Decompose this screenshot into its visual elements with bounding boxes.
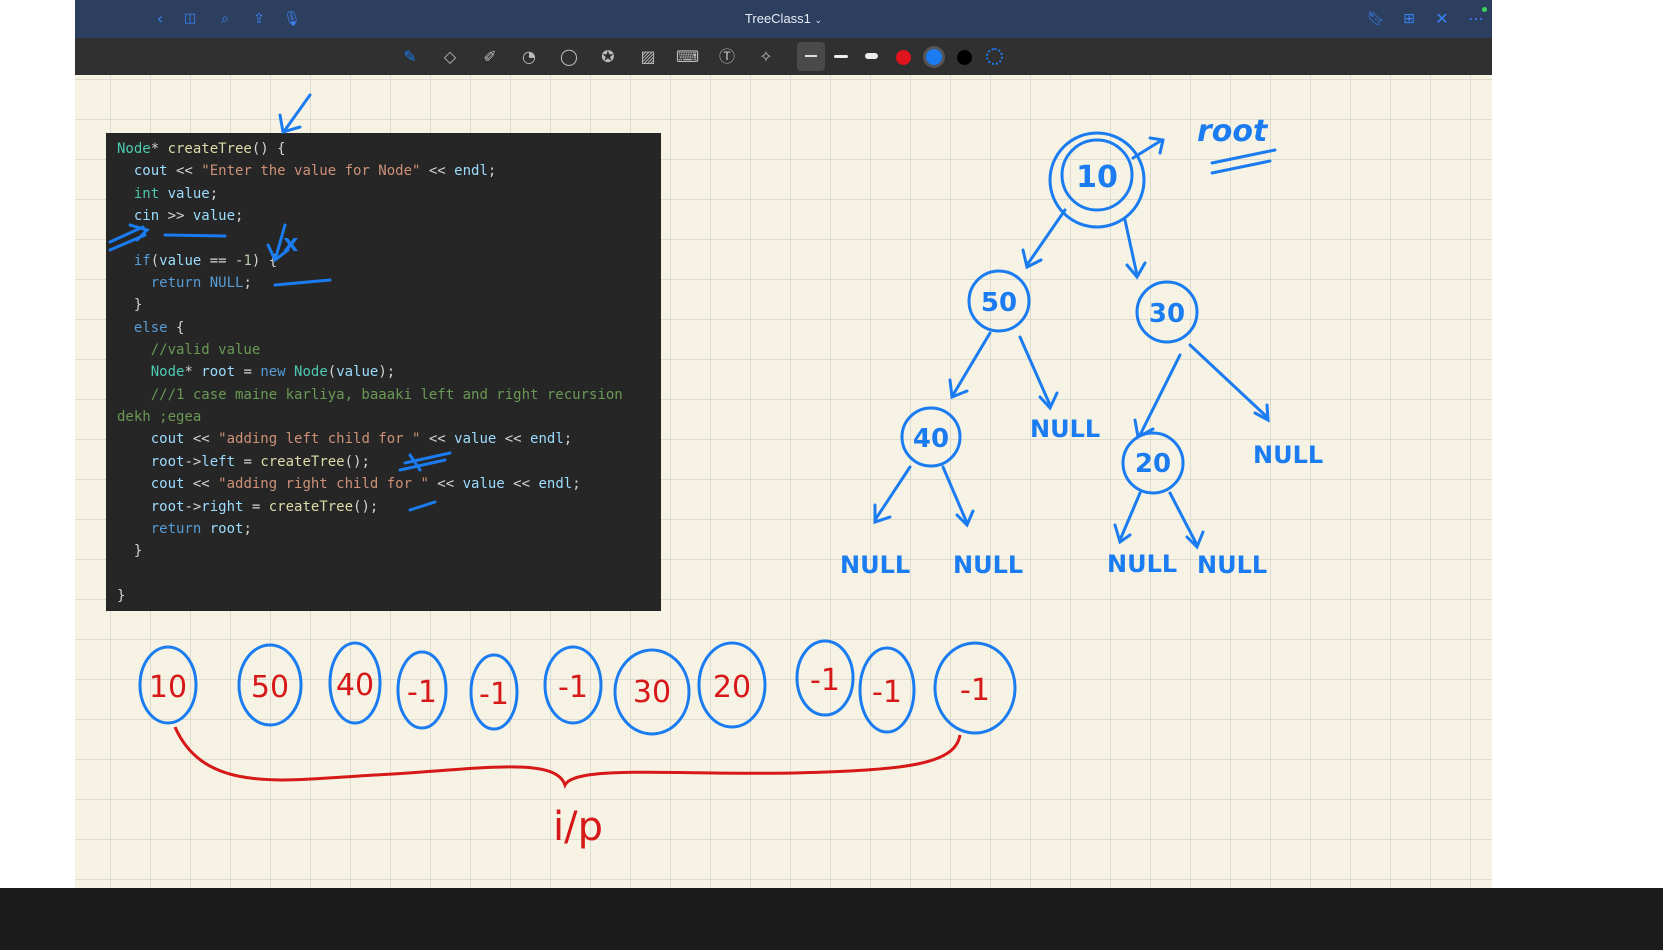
input-value: -1 [407,675,437,710]
keyboard-icon[interactable]: ⌨ [676,46,699,68]
note-canvas[interactable]: Node* createTree() { cout << "Enter the … [75,75,1492,888]
tree-node-10: 10 [1076,160,1118,195]
tree-node-40: 40 [913,424,949,454]
title-bar: ‹ ◫ ⌕ ⇪ 🎙︎ TreeClass1 ⌄ 🔖︎ ⊞ ✕ ⋯ [75,0,1492,38]
thick-stroke-button[interactable] [865,53,878,59]
tree-node-50: 50 [981,288,1017,318]
input-value: 10 [149,670,187,705]
null-leaf: NULL [1107,550,1177,578]
thin-stroke-button[interactable] [797,42,825,71]
elements-icon[interactable]: ✪ [597,46,619,68]
highlighter-icon[interactable]: ✐ [479,46,501,68]
input-value: -1 [872,675,902,710]
custom-color-icon[interactable] [986,48,1003,65]
arrow-annotation [108,223,150,252]
arrow-annotation [408,500,437,512]
input-value: -1 [960,673,990,708]
input-value: 20 [713,670,751,705]
medium-stroke-button[interactable] [834,55,848,58]
handwriting-layer: x root 10 50 30 40 20 NULL NULL NULL NUL… [108,93,1323,850]
bookmark-icon[interactable]: 🔖︎ [1366,9,1386,29]
input-value: 40 [336,668,374,703]
x-mark-annotation: x [283,229,299,257]
drawing-toolbar: ✎ ◇ ✐ ◔ ◯ ✪ ▨ ⌨ Ⓣ ✧ [75,38,1492,75]
app-window: ‹ ◫ ⌕ ⇪ 🎙︎ TreeClass1 ⌄ 🔖︎ ⊞ ✕ ⋯ ✎ ◇ ✐ ◔… [75,0,1492,888]
status-dot [1482,7,1487,12]
pen-icon[interactable]: ✎ [399,46,421,68]
color-blue-swatch[interactable] [923,46,945,68]
color-black-swatch[interactable] [957,50,972,65]
input-value: -1 [479,677,509,712]
underline-annotation [273,278,332,287]
shapes-icon[interactable]: ◔ [518,46,540,68]
add-page-icon[interactable]: ⊞ [1399,9,1419,29]
null-leaf: NULL [1253,441,1323,469]
close-icon[interactable]: ✕ [1432,9,1452,29]
bottom-bar [0,888,1663,950]
image-icon[interactable]: ▨ [637,46,659,68]
null-leaf: NULL [953,551,1023,579]
input-label: i/p [553,804,603,850]
input-value: 30 [633,675,671,710]
eraser-icon[interactable]: ◇ [439,46,461,68]
root-label: root [1197,114,1269,149]
null-leaf: NULL [1030,415,1100,443]
arrow-annotation [278,93,312,134]
tree-node-20: 20 [1135,449,1171,479]
null-leaf: NULL [1197,551,1267,579]
brace-annotation [173,726,962,789]
document-title-text: TreeClass1 [744,11,811,26]
underline-annotation [163,233,227,238]
input-value: -1 [558,670,588,705]
more-icon[interactable]: ⋯ [1466,9,1486,29]
arrow-annotation [398,451,452,472]
text-icon[interactable]: Ⓣ [716,46,738,68]
null-leaf: NULL [840,551,910,579]
document-title[interactable]: TreeClass1 ⌄ [75,11,1492,26]
lasso-icon[interactable]: ◯ [558,46,580,68]
input-value: -1 [810,663,840,698]
input-value: 50 [251,670,289,705]
chevron-down-icon: ⌄ [814,15,823,25]
tree-node-30: 30 [1149,299,1185,329]
color-red-swatch[interactable] [896,50,911,65]
laser-pointer-icon[interactable]: ✧ [755,46,777,68]
